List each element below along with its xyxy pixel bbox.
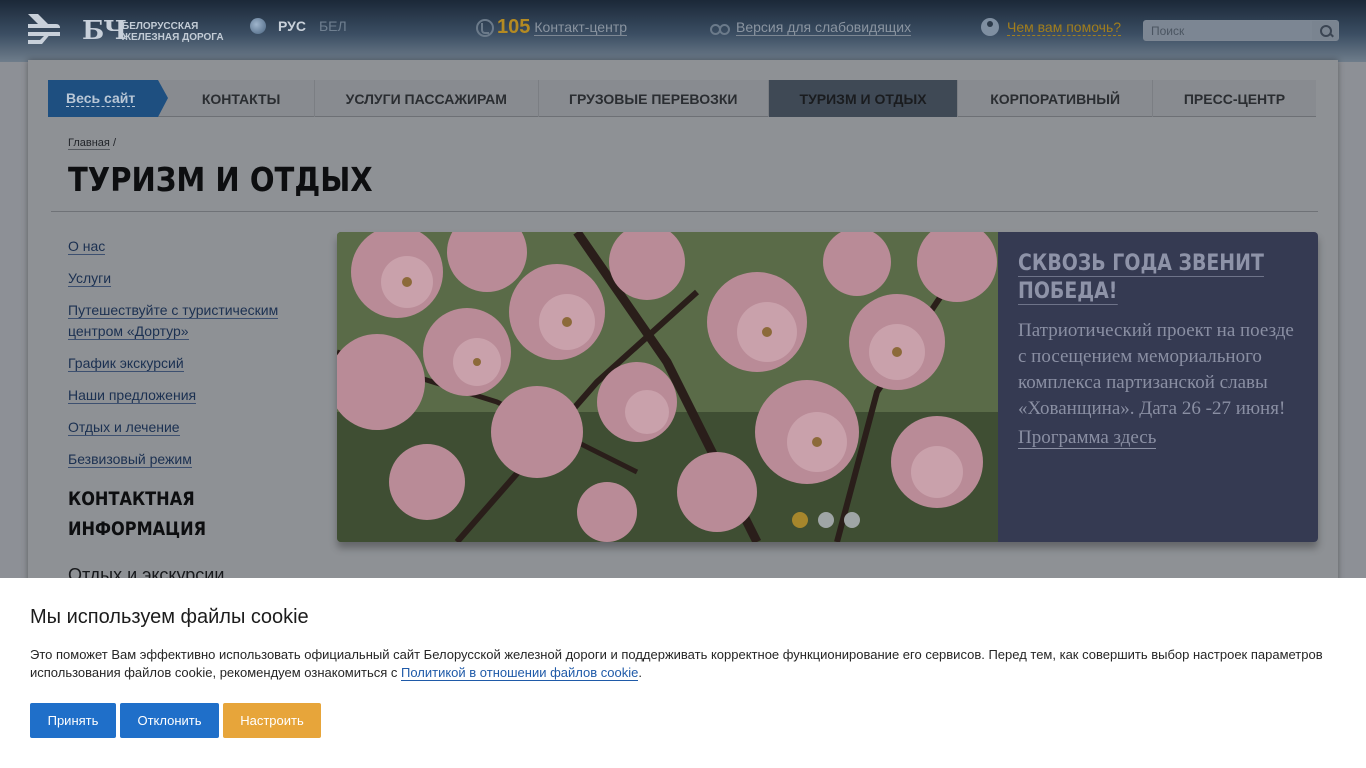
sidebar-item: График экскурсий [68, 353, 298, 374]
sidebar-item-rest-treatment[interactable]: Отдых и лечение [68, 419, 180, 436]
slider-dot[interactable] [818, 512, 834, 528]
slide-description: Патриотический проект на поезде с посеще… [1018, 320, 1294, 419]
nav-item-tourism[interactable]: ТУРИЗМ И ОТДЫХ [768, 80, 959, 117]
site-header: БЧ Белорусская железная дорога РУС БЕЛ 1… [0, 0, 1366, 62]
title-divider [51, 211, 1318, 212]
main-navigation: Весь сайт КОНТАКТЫ УСЛУГИ ПАССАЖИРАМ ГРУ… [48, 80, 1316, 117]
cookie-text-end: . [638, 665, 642, 680]
sidebar-item-offers[interactable]: Наши предложения [68, 387, 197, 404]
slide-image[interactable] [337, 232, 998, 542]
phone-icon [476, 18, 494, 37]
globe-icon [250, 18, 266, 34]
lang-rus[interactable]: РУС [278, 18, 306, 34]
nav-item-freight[interactable]: ГРУЗОВЫЕ ПЕРЕВОЗКИ [539, 80, 769, 117]
cookie-settings-button[interactable]: Настроить [223, 703, 321, 738]
slide-title-text: СКВОЗЬ ГОДА ЗВЕНИТ ПОБЕДА! [1018, 251, 1264, 305]
slider-pagination [792, 512, 870, 528]
cookie-text: Это поможет Вам эффективно использовать … [30, 646, 1336, 682]
sidebar-item: О нас [68, 236, 298, 257]
slide-caption: СКВОЗЬ ГОДА ЗВЕНИТ ПОБЕДА! Патриотически… [998, 232, 1318, 542]
sidebar-item: Безвизовый режим [68, 449, 298, 470]
sidebar-item: Наши предложения [68, 385, 298, 406]
logo-line-1: Белорусская [122, 21, 199, 32]
lang-bel[interactable]: БЕЛ [319, 18, 347, 34]
decline-cookies-button[interactable]: Отклонить [120, 703, 219, 738]
search-icon[interactable] [1311, 20, 1339, 41]
search-form [1143, 20, 1339, 41]
help-link[interactable]: Чем вам помочь? [1007, 19, 1122, 36]
nav-item-corporate[interactable]: КОРПОРАТИВНЫЙ [958, 80, 1153, 117]
main-panel: Весь сайт КОНТАКТЫ УСЛУГИ ПАССАЖИРАМ ГРУ… [28, 60, 1338, 600]
sidebar-item-excursion-schedule[interactable]: График экскурсий [68, 355, 184, 372]
accessibility-version: Версия для слабовидящих [710, 19, 912, 36]
logo-line-2: железная дорога [122, 32, 224, 43]
glasses-icon [710, 22, 730, 35]
cookie-banner: Мы используем файлы cookie Это поможет В… [0, 578, 1366, 768]
search-input[interactable] [1143, 20, 1311, 41]
logo-text: Белорусская железная дорога [122, 21, 224, 43]
contact-phone-number: 105 [497, 16, 531, 38]
cherry-blossom-image [337, 232, 998, 542]
accept-cookies-button[interactable]: Принять [30, 703, 116, 738]
sidebar-item: Отдых и лечение [68, 417, 298, 438]
contact-center-link[interactable]: Контакт-центр [534, 19, 628, 36]
nav-item-press-center[interactable]: ПРЕСС-ЦЕНТР [1153, 80, 1316, 117]
contact-center: 105 Контакт-центр [476, 16, 628, 39]
slide-program-link[interactable]: Программа здесь [1018, 428, 1157, 449]
cookie-title: Мы используем файлы cookie [30, 606, 309, 628]
breadcrumb: Главная / [68, 137, 116, 150]
cookie-buttons: Принять Отклонить Настроить [30, 703, 325, 738]
slider-dot[interactable] [844, 512, 860, 528]
slider-dot[interactable] [792, 512, 808, 528]
sidebar-item: Путешествуйте с туристическим центром «Д… [68, 300, 298, 342]
nav-item-passenger-services[interactable]: УСЛУГИ ПАССАЖИРАМ [315, 80, 539, 117]
breadcrumb-home[interactable]: Главная [68, 137, 110, 150]
logo-abbreviation: БЧ [82, 16, 127, 46]
help-block: Чем вам помочь? [981, 18, 1122, 36]
nav-item-contacts[interactable]: КОНТАКТЫ [168, 80, 315, 117]
cookie-policy-link[interactable]: Политикой в отношении файлов cookie [401, 665, 639, 681]
user-help-icon [981, 18, 999, 36]
page-title: ТУРИЗМ И ОТДЫХ [68, 160, 373, 199]
language-switcher: РУС БЕЛ [250, 18, 360, 34]
nav-all-site-label: Весь сайт [66, 90, 136, 107]
nav-all-site[interactable]: Весь сайт [48, 80, 169, 117]
sidebar-menu: О нас Услуги Путешествуйте с туристическ… [68, 236, 298, 481]
slide-title[interactable]: СКВОЗЬ ГОДА ЗВЕНИТ ПОБЕДА! [1018, 250, 1276, 306]
breadcrumb-separator: / [112, 137, 116, 149]
sidebar-item-services[interactable]: Услуги [68, 270, 112, 287]
site-logo[interactable]: БЧ Белорусская железная дорога [26, 12, 224, 48]
sidebar-item-dortur[interactable]: Путешествуйте с туристическим центром «Д… [68, 302, 279, 340]
railway-logo-icon [26, 12, 82, 48]
sidebar-item: Услуги [68, 268, 298, 289]
contact-info-heading: КОНТАКТНАЯ ИНФОРМАЦИЯ [68, 488, 207, 540]
sidebar-item-about[interactable]: О нас [68, 238, 106, 255]
sidebar-item-visa-free[interactable]: Безвизовый режим [68, 451, 192, 468]
cookie-text-body: Это поможет Вам эффективно использовать … [30, 647, 1323, 680]
accessibility-link[interactable]: Версия для слабовидящих [736, 19, 912, 36]
promo-slider: СКВОЗЬ ГОДА ЗВЕНИТ ПОБЕДА! Патриотически… [337, 232, 1318, 542]
